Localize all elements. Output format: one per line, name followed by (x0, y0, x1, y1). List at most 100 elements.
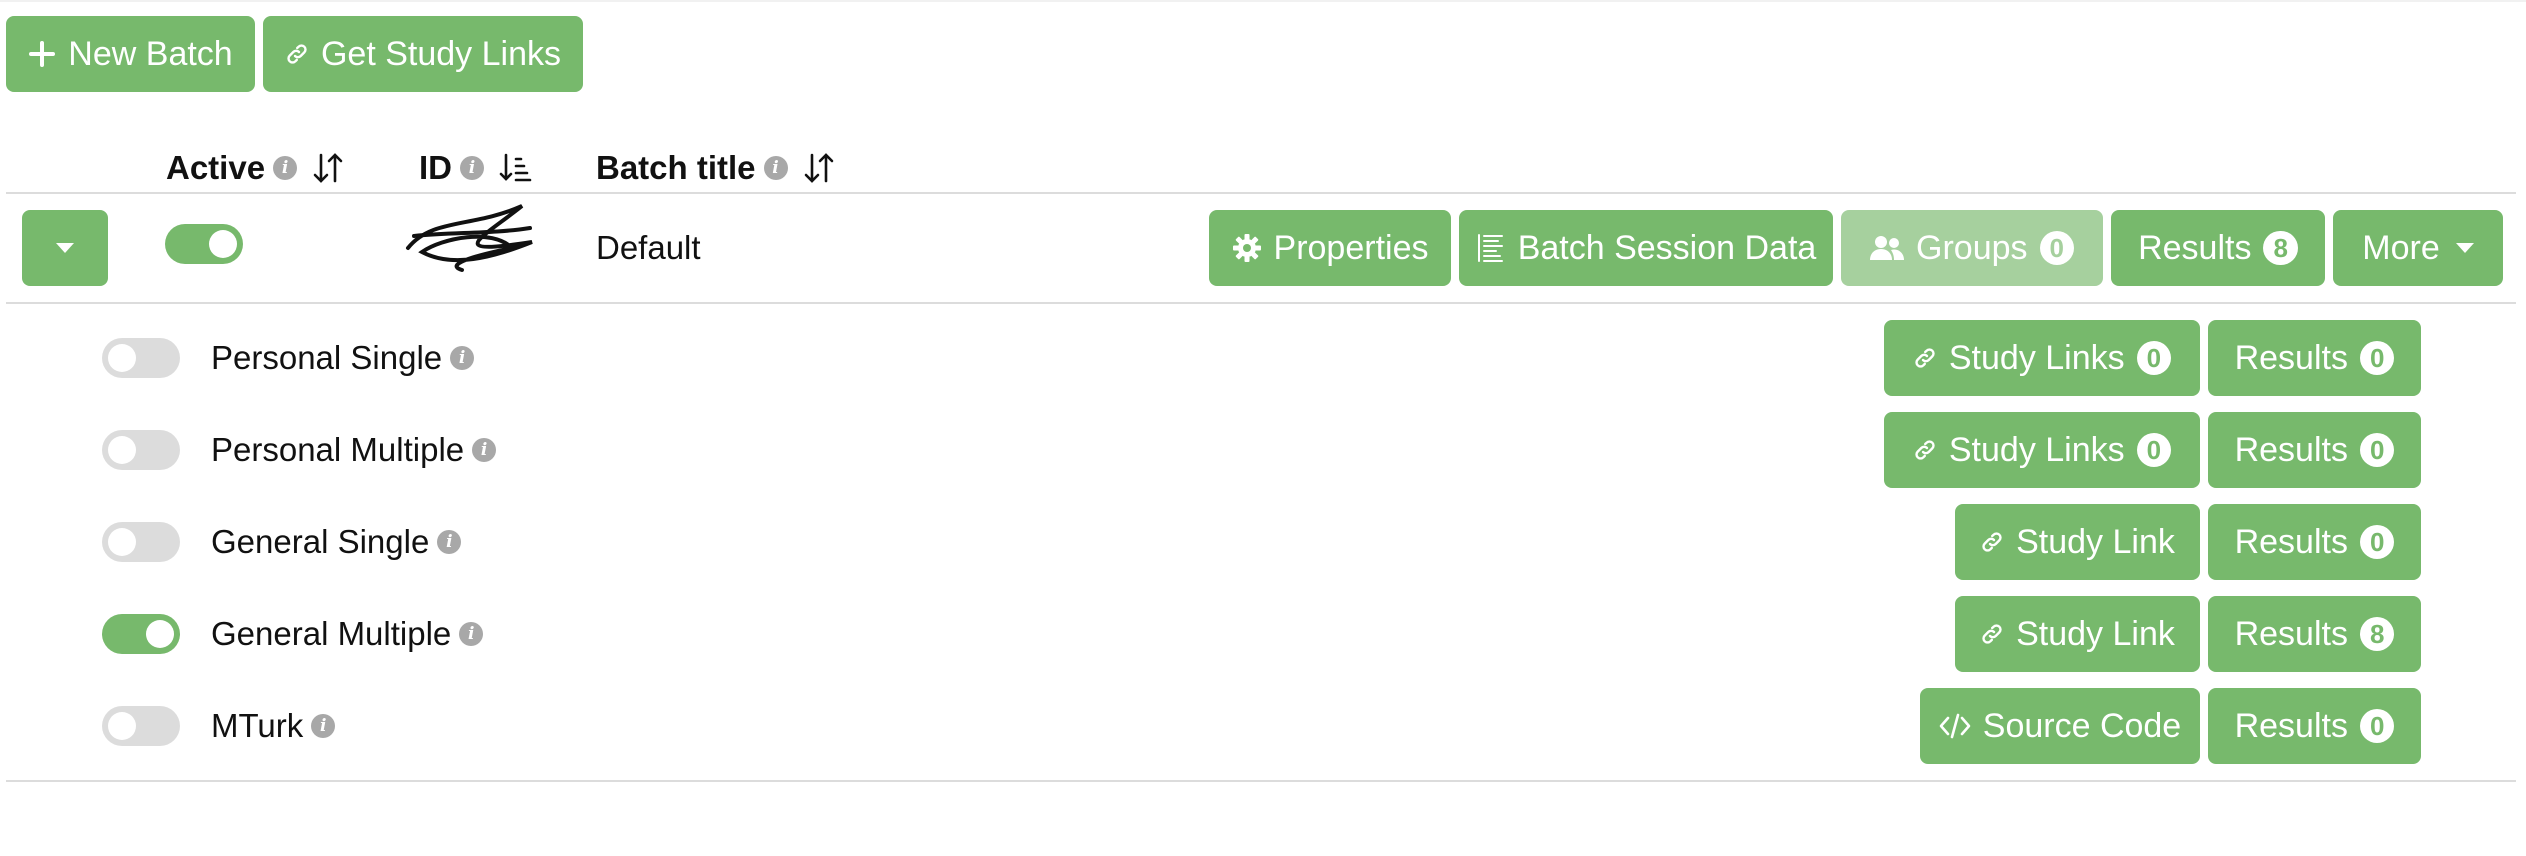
results-count-badge: 8 (2359, 617, 2395, 651)
general-multiple-label: General Multiple i (211, 614, 484, 654)
batch-results-count-badge: 8 (2263, 231, 2298, 265)
results-label: Results (2234, 338, 2348, 377)
mturk-results-button[interactable]: Results 0 (2208, 688, 2421, 764)
study-links-count-badge: 0 (2136, 341, 2172, 375)
link-icon (1980, 622, 2004, 646)
mturk-label: MTurk i (211, 706, 336, 746)
sort-icon[interactable] (311, 151, 345, 185)
list-data-icon (1476, 232, 1506, 264)
new-batch-label: New Batch (68, 34, 233, 73)
toggle-knob (108, 436, 136, 464)
row-label-text: Personal Single (211, 339, 443, 376)
personal-single-results-button[interactable]: Results 0 (2208, 320, 2421, 396)
study-link-label: Study Link (2016, 522, 2175, 561)
row-label-text: General Multiple (211, 615, 452, 652)
general-multiple-toggle[interactable] (102, 614, 180, 654)
study-links-label: Study Links (1948, 430, 2125, 469)
info-icon[interactable]: i (460, 156, 484, 180)
link-icon (1913, 346, 1937, 370)
get-study-links-label: Get Study Links (320, 34, 561, 73)
personal-single-study-links-button[interactable]: Study Links 0 (1884, 320, 2200, 396)
toggle-knob (146, 620, 174, 648)
results-count-badge: 0 (2359, 709, 2395, 743)
row-label-text: Personal Multiple (211, 431, 465, 468)
properties-label: Properties (1273, 228, 1429, 267)
header-active[interactable]: Active i (166, 148, 345, 188)
general-single-toggle[interactable] (102, 522, 180, 562)
top-border (0, 0, 2526, 2)
sort-icon[interactable] (802, 151, 836, 185)
groups-count-badge: 0 (2039, 231, 2074, 265)
header-id-label: ID (419, 149, 452, 186)
batch-session-data-label: Batch Session Data (1517, 228, 1817, 267)
results-count-badge: 0 (2359, 525, 2395, 559)
batch-session-data-button[interactable]: Batch Session Data (1459, 210, 1833, 286)
info-icon[interactable]: i (450, 346, 475, 370)
batch-title: Default (596, 229, 701, 266)
info-icon[interactable]: i (763, 156, 788, 180)
toggle-knob (108, 528, 136, 556)
general-single-study-link-button[interactable]: Study Link (1955, 504, 2200, 580)
toggle-knob (209, 230, 237, 258)
sort-ascending-icon[interactable] (498, 151, 532, 185)
personal-single-toggle[interactable] (102, 338, 180, 378)
row-label-text: General Single (211, 523, 430, 560)
batch-row-divider (6, 302, 2516, 304)
info-icon[interactable]: i (459, 622, 484, 646)
personal-multiple-study-links-button[interactable]: Study Links 0 (1884, 412, 2200, 488)
code-icon (1939, 712, 1971, 740)
header-batch-title-label: Batch title (596, 149, 756, 186)
link-icon (285, 42, 309, 66)
row-label-text: MTurk (211, 707, 304, 744)
header-active-label: Active (166, 149, 266, 186)
more-label: More (2362, 228, 2440, 267)
link-icon (1913, 438, 1937, 462)
results-count-badge: 0 (2359, 341, 2395, 375)
general-single-label: General Single i (211, 522, 462, 562)
info-icon[interactable]: i (472, 438, 497, 462)
info-icon[interactable]: i (273, 156, 298, 180)
results-label: Results (2234, 430, 2348, 469)
general-single-results-button[interactable]: Results 0 (2208, 504, 2421, 580)
caret-down-icon (2455, 243, 2474, 253)
toggle-knob (108, 712, 136, 740)
users-icon (1870, 234, 1905, 262)
header-divider (6, 192, 2516, 194)
more-dropdown-button[interactable]: More (2333, 210, 2503, 286)
results-label: Results (2234, 706, 2348, 745)
info-icon[interactable]: i (437, 530, 462, 554)
groups-button[interactable]: Groups 0 (1841, 210, 2103, 286)
source-code-label: Source Code (1982, 706, 2182, 745)
batch-results-button[interactable]: Results 8 (2111, 210, 2325, 286)
properties-button[interactable]: Properties (1209, 210, 1451, 286)
toggle-knob (108, 344, 136, 372)
personal-single-label: Personal Single i (211, 338, 475, 378)
info-icon[interactable]: i (311, 714, 336, 738)
study-links-label: Study Links (1948, 338, 2125, 377)
header-batch-title[interactable]: Batch title i (596, 148, 836, 188)
personal-multiple-results-button[interactable]: Results 0 (2208, 412, 2421, 488)
study-links-count-badge: 0 (2136, 433, 2172, 467)
gear-icon (1232, 233, 1262, 263)
new-batch-button[interactable]: New Batch (6, 16, 255, 92)
plus-icon (28, 40, 56, 68)
batch-results-label: Results (2138, 228, 2252, 267)
chevron-down-icon (56, 243, 74, 253)
mturk-source-code-button[interactable]: Source Code (1920, 688, 2200, 764)
groups-label: Groups (1916, 228, 2028, 267)
results-label: Results (2234, 614, 2348, 653)
get-study-links-button[interactable]: Get Study Links (263, 16, 583, 92)
table-bottom-divider (6, 780, 2516, 782)
results-count-badge: 0 (2359, 433, 2395, 467)
results-label: Results (2234, 522, 2348, 561)
link-icon (1980, 530, 2004, 554)
general-multiple-study-link-button[interactable]: Study Link (1955, 596, 2200, 672)
study-link-label: Study Link (2016, 614, 2175, 653)
personal-multiple-label: Personal Multiple i (211, 430, 497, 470)
mturk-toggle[interactable] (102, 706, 180, 746)
expand-batch-button[interactable] (22, 210, 108, 286)
general-multiple-results-button[interactable]: Results 8 (2208, 596, 2421, 672)
header-id[interactable]: ID i (419, 148, 532, 188)
personal-multiple-toggle[interactable] (102, 430, 180, 470)
batch-active-toggle[interactable] (165, 224, 243, 264)
